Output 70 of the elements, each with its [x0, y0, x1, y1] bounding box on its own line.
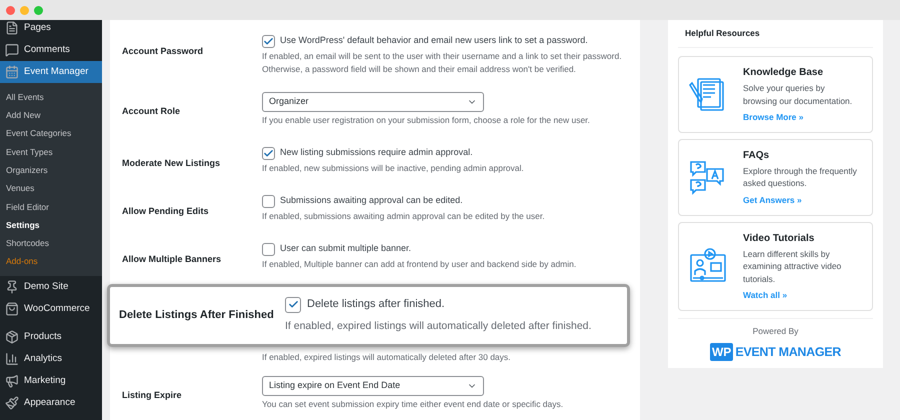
- submenu-item[interactable]: Field Editor: [0, 198, 102, 216]
- submenu-item[interactable]: Shortcodes: [0, 234, 102, 253]
- menu-item[interactable]: Comments: [0, 39, 102, 61]
- description-text: If enabled, expired listings will automatically deleted after finished.: [285, 318, 592, 334]
- menu-item[interactable]: Event Manager: [0, 61, 102, 83]
- submenu-item[interactable]: Add New: [0, 106, 102, 125]
- submenu-item[interactable]: Add-ons: [0, 252, 102, 271]
- box-icon: [5, 330, 19, 344]
- description-text: If enabled, Multiple banner can add at frontend by user and backend side by admin.: [262, 258, 576, 271]
- setting-label: Account Role: [122, 106, 180, 116]
- submenu-item[interactable]: Event Types: [0, 142, 102, 162]
- card-title: Video Tutorials: [743, 232, 816, 246]
- option-label: Use WordPress' default behavior and email new users link to set a password.: [280, 34, 588, 48]
- menu-item[interactable]: Marketing: [0, 370, 102, 392]
- checkbox[interactable]: [285, 296, 301, 313]
- option-label: New listing submissions require admin approval.: [280, 146, 473, 160]
- page-icon: [5, 21, 19, 35]
- setting-label: Delete Listings After Finished: [119, 308, 275, 324]
- megaphone-icon: [5, 374, 19, 388]
- menu-item[interactable]: Demo Site: [0, 276, 102, 298]
- checkbox[interactable]: [262, 34, 275, 48]
- check-icon: [263, 148, 274, 158]
- setting-label: Allow Multiple Banners: [122, 254, 222, 264]
- description-text: If enabled, new submissions will be inactive, pending admin approval.: [262, 162, 524, 175]
- pin-icon: [5, 280, 19, 294]
- description-text: If enabled, submissions awaiting admin approval can be edited by the user.: [262, 210, 545, 223]
- submenu-item[interactable]: Organizers: [0, 161, 102, 180]
- setting-label: Account Password: [122, 46, 204, 56]
- setting-label: Moderate New Listings: [122, 158, 220, 168]
- question-bubbles-icon: [689, 158, 727, 196]
- card-text: Solve your queries by browsing our documentation.: [743, 82, 854, 107]
- brush-icon: [5, 396, 19, 410]
- submenu-item[interactable]: Venues: [0, 179, 102, 198]
- menu-item[interactable]: Appearance: [0, 392, 102, 414]
- description-text: Otherwise, a password field will be shown and their email address won't be verified.: [262, 63, 577, 76]
- option-label: Delete listings after finished.: [307, 297, 445, 312]
- menu-item[interactable]: Products: [0, 326, 102, 348]
- checkbox[interactable]: [262, 194, 275, 208]
- setting-label: Listing Expire: [122, 390, 182, 400]
- submenu-item[interactable]: Settings: [0, 216, 102, 234]
- option-label: Submissions awaiting approval can be edited.: [280, 194, 463, 208]
- card-title: Knowledge Base: [743, 66, 824, 80]
- menu-item[interactable]: Pages: [0, 20, 102, 39]
- description-text: You can set event submission expiry time either event end date or specific days.: [262, 398, 564, 411]
- checkbox[interactable]: [262, 146, 275, 160]
- speech-bubble-icon: [5, 43, 19, 57]
- brand-logo: WP EVENT MANAGER: [710, 342, 841, 362]
- submenu-item[interactable]: Event Categories: [0, 124, 102, 143]
- calendar-icon: [5, 65, 19, 79]
- card-text: Explore through the frequently asked questions.: [743, 164, 858, 190]
- submenu-item[interactable]: All Events: [0, 88, 102, 106]
- checkbox[interactable]: [262, 242, 275, 256]
- menu-item[interactable]: Analytics: [0, 348, 102, 370]
- description-text: If you enable user registration on your submission form, choose a role for the new user.: [262, 114, 590, 127]
- dropdown[interactable]: Listing expire on Event End Date: [262, 376, 484, 396]
- card-title: FAQs: [743, 148, 770, 163]
- option-label: User can submit multiple banner.: [280, 242, 412, 256]
- panel-title: Helpful Resources: [685, 27, 760, 40]
- menu-item[interactable]: WooCommerce: [0, 298, 102, 320]
- check-icon: [288, 299, 298, 310]
- card-text: Learn different skills by examining attractive video tutorials.: [743, 248, 842, 285]
- description-text: If enabled, expired listings will automatically deleted after 30 days.: [262, 351, 511, 364]
- dropdown[interactable]: Organizer: [262, 92, 484, 112]
- setting-label: Allow Pending Edits: [122, 206, 209, 216]
- description-text: If enabled, an email will be sent to the user with their username and a link to set their password.: [262, 50, 622, 63]
- check-icon: [263, 36, 274, 46]
- bar-chart-icon: [5, 352, 19, 366]
- document-icon: [689, 75, 727, 114]
- bag-icon: [5, 302, 19, 316]
- powered-by-text: Powered By: [752, 324, 798, 338]
